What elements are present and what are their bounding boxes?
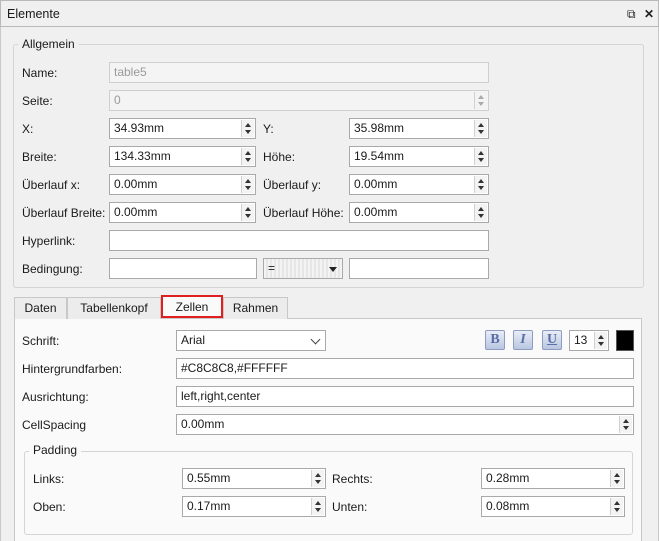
overflow-width-field[interactable]: 0.00mm: [109, 202, 256, 223]
overflow-x-label: Überlauf x:: [22, 178, 81, 192]
height-label: Höhe:: [263, 150, 296, 164]
font-size-value: 13: [574, 333, 588, 347]
cellspacing-label: CellSpacing: [22, 418, 87, 432]
height-spinner[interactable]: [474, 148, 487, 165]
font-select[interactable]: Arial: [176, 330, 326, 351]
overflow-width-spinner[interactable]: [241, 204, 254, 221]
overflow-height-spinner[interactable]: [474, 204, 487, 221]
padding-top-field[interactable]: 0.17mm: [182, 496, 326, 517]
overflow-width-value: 0.00mm: [114, 205, 158, 219]
alignment-label: Ausrichtung:: [22, 390, 89, 404]
tab-rahmen[interactable]: Rahmen: [223, 297, 288, 319]
padding-right-spinner[interactable]: [610, 470, 623, 487]
italic-button[interactable]: I: [513, 330, 533, 350]
width-field[interactable]: 134.33mm: [109, 146, 256, 167]
height-field[interactable]: 19.54mm: [349, 146, 489, 167]
dropdown-arrow-icon: [329, 267, 337, 272]
font-color-swatch[interactable]: [616, 330, 634, 351]
hyperlink-label: Hyperlink:: [22, 234, 76, 248]
overflow-y-label: Überlauf y:: [263, 178, 322, 192]
condition-right-field[interactable]: [349, 258, 489, 279]
padding-bottom-value: 0.08mm: [486, 499, 530, 513]
width-value: 134.33mm: [114, 149, 171, 163]
hyperlink-field[interactable]: [109, 230, 489, 251]
bg-colors-label: Hintergrundfarben:: [22, 362, 123, 376]
panel-titlebar: Elemente ⧉ ✕: [0, 0, 659, 27]
font-value: Arial: [181, 333, 206, 347]
alignment-field[interactable]: left,right,center: [176, 386, 634, 407]
padding-left-value: 0.55mm: [187, 471, 231, 485]
close-icon[interactable]: ✕: [644, 7, 654, 21]
tab-tabellenkopf[interactable]: Tabellenkopf: [67, 297, 161, 319]
x-label: X:: [22, 122, 34, 136]
condition-operator-value: =: [268, 261, 276, 275]
padding-top-label: Oben:: [33, 500, 66, 514]
condition-label: Bedingung:: [22, 262, 83, 276]
page-value: 0: [114, 93, 121, 107]
tab-daten[interactable]: Daten: [14, 297, 67, 319]
overflow-x-spinner[interactable]: [241, 176, 254, 193]
panel-title: Elemente: [7, 7, 60, 21]
condition-left-field[interactable]: [109, 258, 257, 279]
overflow-width-label: Überlauf Breite:: [22, 206, 106, 220]
padding-top-value: 0.17mm: [187, 499, 231, 513]
padding-top-spinner[interactable]: [311, 498, 324, 515]
cellspacing-spinner[interactable]: [619, 416, 632, 433]
padding-left-label: Links:: [33, 472, 65, 486]
x-field[interactable]: 34.93mm: [109, 118, 256, 139]
overflow-x-field[interactable]: 0.00mm: [109, 174, 256, 195]
x-spinner[interactable]: [241, 120, 254, 137]
y-field[interactable]: 35.98mm: [349, 118, 489, 139]
cellspacing-field[interactable]: 0.00mm: [176, 414, 634, 435]
overflow-x-value: 0.00mm: [114, 177, 158, 191]
y-value: 35.98mm: [354, 121, 405, 135]
tab-zellen[interactable]: Zellen: [161, 295, 223, 318]
x-value: 34.93mm: [114, 121, 165, 135]
underline-button[interactable]: U: [542, 330, 562, 350]
name-field: table5: [109, 62, 489, 83]
condition-operator-select[interactable]: =: [263, 258, 343, 279]
width-spinner[interactable]: [241, 148, 254, 165]
name-label: Name:: [22, 66, 58, 80]
overflow-y-spinner[interactable]: [474, 176, 487, 193]
height-value: 19.54mm: [354, 149, 405, 163]
padding-right-field[interactable]: 0.28mm: [481, 468, 625, 489]
font-size-spinner[interactable]: [594, 332, 607, 349]
overflow-y-field[interactable]: 0.00mm: [349, 174, 489, 195]
padding-group: [24, 451, 633, 535]
padding-left-spinner[interactable]: [311, 470, 324, 487]
cellspacing-value: 0.00mm: [181, 417, 225, 431]
y-spinner[interactable]: [474, 120, 487, 137]
padding-bottom-field[interactable]: 0.08mm: [481, 496, 625, 517]
y-label: Y:: [263, 122, 274, 136]
overflow-height-field[interactable]: 0.00mm: [349, 202, 489, 223]
padding-right-label: Rechts:: [332, 472, 373, 486]
padding-bottom-spinner[interactable]: [610, 498, 623, 515]
padding-bottom-label: Unten:: [332, 500, 368, 514]
bold-button[interactable]: B: [485, 330, 505, 350]
padding-left-field[interactable]: 0.55mm: [182, 468, 326, 489]
page-field: 0: [109, 90, 489, 111]
padding-legend: Padding: [29, 443, 82, 457]
width-label: Breite:: [22, 150, 57, 164]
font-label: Schrift:: [22, 334, 60, 348]
bg-colors-field[interactable]: #C8C8C8,#FFFFFF: [176, 358, 634, 379]
page-spinner: [474, 92, 487, 109]
padding-right-value: 0.28mm: [486, 471, 530, 485]
overflow-height-label: Überlauf Höhe:: [263, 206, 344, 220]
chevron-down-icon: [310, 334, 321, 345]
restore-icon[interactable]: ⧉: [627, 7, 636, 22]
overflow-height-value: 0.00mm: [354, 205, 398, 219]
font-size-field[interactable]: 13: [569, 330, 609, 351]
overflow-y-value: 0.00mm: [354, 177, 398, 191]
general-legend: Allgemein: [18, 37, 79, 51]
page-label: Seite:: [22, 94, 53, 108]
